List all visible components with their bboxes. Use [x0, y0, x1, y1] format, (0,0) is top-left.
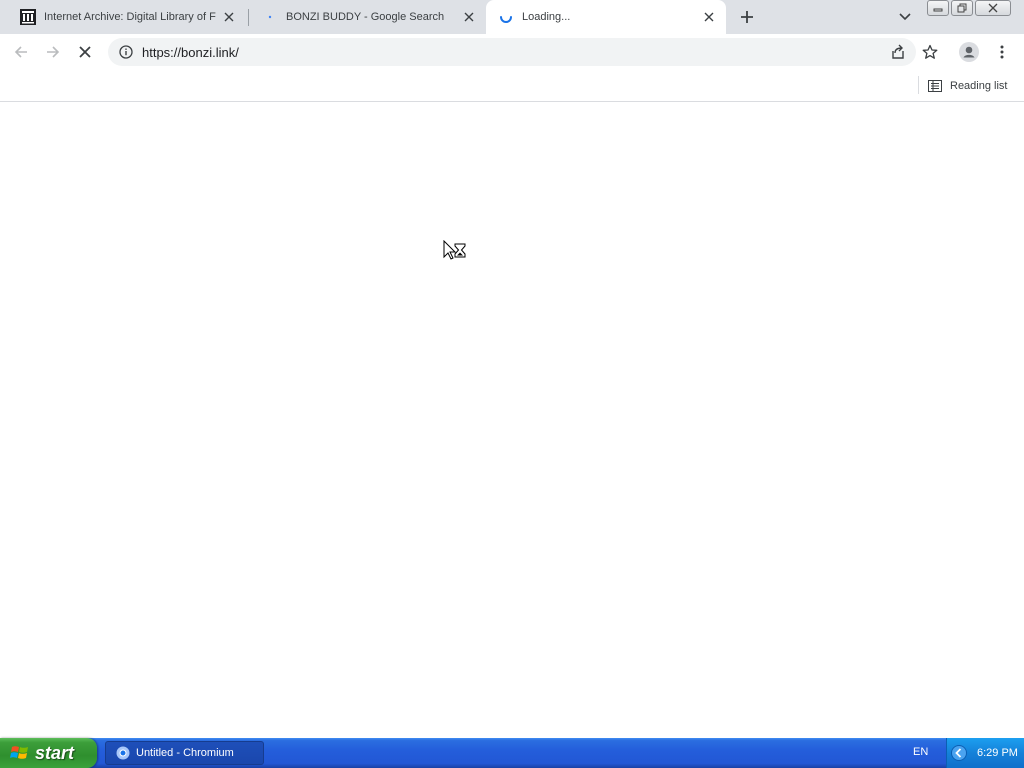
tab-google-search[interactable]: BONZI BUDDY - Google Search	[250, 0, 486, 34]
arrow-left-icon	[14, 46, 27, 58]
bookmarks-bar: Reading list	[0, 70, 1024, 102]
arrow-right-icon	[47, 46, 60, 58]
plus-icon	[741, 11, 753, 23]
kebab-menu-icon	[1000, 45, 1004, 59]
close-icon	[988, 3, 998, 13]
archive-building-icon	[20, 9, 36, 25]
tray-expand-icon[interactable]	[951, 745, 967, 761]
clock: 6:29 PM	[977, 747, 1018, 759]
share-icon	[892, 44, 904, 59]
tab-title: Internet Archive: Digital Library of F	[44, 11, 216, 23]
minimize-button[interactable]	[927, 0, 949, 16]
minimize-icon	[933, 8, 943, 12]
profile-button[interactable]	[956, 39, 982, 65]
tab-title: Loading...	[522, 11, 571, 23]
reading-list-label: Reading list	[950, 80, 1008, 92]
tab-loading[interactable]: Loading...	[486, 0, 726, 34]
back-button[interactable]	[8, 39, 34, 65]
google-dot-icon	[262, 9, 278, 25]
taskbar-item-label: Untitled - Chromium	[136, 747, 234, 759]
restore-icon	[957, 3, 967, 13]
stop-x-icon	[79, 46, 91, 58]
tab-strip: Internet Archive: Digital Library of F B…	[0, 0, 1024, 34]
bookmark-star-button[interactable]	[917, 39, 943, 65]
close-window-button[interactable]	[975, 0, 1011, 16]
busy-cursor-icon	[443, 239, 467, 264]
chevron-down-icon	[899, 13, 911, 21]
site-info-icon[interactable]	[118, 44, 134, 60]
close-tab-icon[interactable]	[460, 8, 478, 26]
tab-title: BONZI BUDDY - Google Search	[286, 11, 445, 23]
share-button[interactable]	[889, 43, 907, 61]
restore-button[interactable]	[951, 0, 973, 16]
reading-list-button[interactable]: Reading list	[928, 76, 1007, 96]
tab-search-button[interactable]	[895, 7, 915, 27]
forward-button[interactable]	[40, 39, 66, 65]
window-controls	[927, 0, 1011, 16]
taskbar-item-chromium[interactable]: Untitled - Chromium	[105, 741, 264, 765]
tab-separator	[248, 9, 249, 26]
url-text[interactable]: https://bonzi.link/	[142, 45, 239, 60]
browser-toolbar: https://bonzi.link/	[0, 34, 1024, 70]
close-tab-icon[interactable]	[700, 8, 718, 26]
bookmarks-separator	[918, 76, 919, 94]
stop-loading-button[interactable]	[72, 39, 98, 65]
reading-list-icon	[928, 80, 942, 92]
taskbar: start Untitled - Chromium EN 6:29 PM	[0, 738, 1024, 768]
start-button[interactable]: start	[0, 738, 97, 768]
new-tab-button[interactable]	[736, 6, 758, 28]
tab-internet-archive[interactable]: Internet Archive: Digital Library of F	[8, 0, 246, 34]
windows-logo-icon	[10, 746, 28, 759]
start-label: start	[35, 742, 75, 763]
page-content[interactable]	[0, 103, 1024, 738]
close-tab-icon[interactable]	[220, 8, 238, 26]
chromium-icon	[116, 746, 130, 760]
language-indicator[interactable]: EN	[913, 746, 928, 758]
menu-button[interactable]	[989, 39, 1015, 65]
address-bar[interactable]: https://bonzi.link/	[108, 38, 916, 66]
loading-spinner-icon	[498, 9, 514, 25]
avatar-icon	[959, 42, 979, 62]
star-icon	[922, 44, 938, 59]
system-tray: 6:29 PM	[946, 738, 1024, 768]
